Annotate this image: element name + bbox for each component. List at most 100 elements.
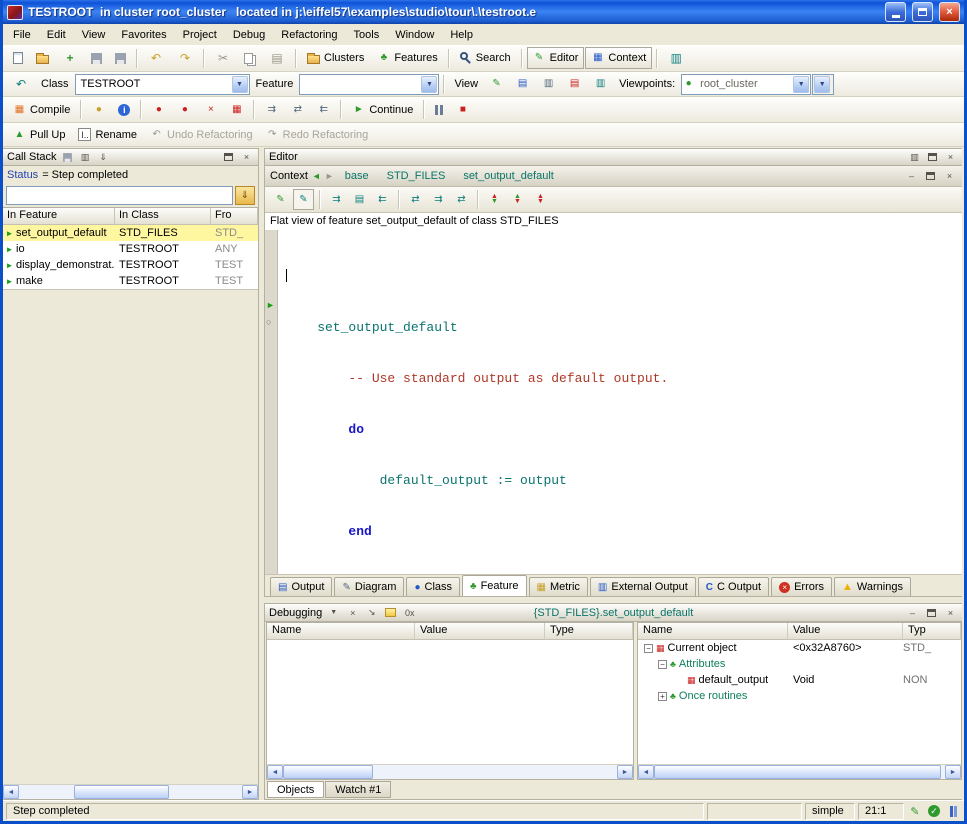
viewpoints-combo[interactable]: ● root_cluster ▼ xyxy=(681,74,811,95)
new-tab-button[interactable]: ↶ xyxy=(7,73,35,95)
call-stack-hscrollbar[interactable]: ◄ ► xyxy=(3,784,258,799)
rename-button[interactable]: I..Rename xyxy=(72,124,143,146)
call-stack-row[interactable]: ► io TESTROOT ANY xyxy=(3,241,258,257)
code-text[interactable]: set_output_default -- Use standard outpu… xyxy=(278,230,962,574)
title-bar[interactable]: TESTROOT in cluster root_cluster located… xyxy=(3,0,964,24)
editor-gutter[interactable]: ► ○ xyxy=(265,230,278,574)
search-button[interactable]: Search xyxy=(454,47,517,69)
maximize-panel-icon[interactable] xyxy=(221,151,236,164)
scroll-right-icon[interactable]: ► xyxy=(945,765,961,779)
scroll-thumb[interactable] xyxy=(654,765,941,779)
compile-button[interactable]: ▦Compile xyxy=(7,99,76,121)
stack-depth-input[interactable] xyxy=(6,186,233,205)
edit-feature-button[interactable]: ✎ xyxy=(270,189,291,210)
search-class-button[interactable]: ● xyxy=(86,99,111,121)
object-row[interactable]: +♣Once routines xyxy=(638,688,961,704)
col-type[interactable]: Type xyxy=(545,623,633,639)
scroll-left-icon[interactable]: ◄ xyxy=(3,785,19,799)
call-stack-row[interactable]: ► set_output_default STD_FILES STD_ xyxy=(3,225,258,241)
continue-button[interactable]: ►Continue xyxy=(346,99,419,121)
scroll-right-icon[interactable]: ► xyxy=(617,765,633,779)
minimize-panel-icon[interactable]: – xyxy=(905,606,920,619)
chevron-down-icon[interactable]: ▼ xyxy=(814,76,830,93)
tab-watch-1[interactable]: Watch #1 xyxy=(325,781,391,798)
feature-combo[interactable]: ▼ xyxy=(299,74,439,95)
goto-next-feature-button[interactable]: ⇉ xyxy=(326,189,347,210)
drop-stack-icon[interactable]: ⇓ xyxy=(235,186,255,205)
object-row[interactable]: −▦Current object <0x32A8760> STD_ xyxy=(638,640,961,656)
call-stack-row[interactable]: ► display_demonstrat... TESTROOT TEST xyxy=(3,257,258,273)
tab-objects[interactable]: Objects xyxy=(267,781,324,798)
chevron-down-icon[interactable]: ▼ xyxy=(421,76,437,93)
hex-toggle-icon[interactable]: 0x xyxy=(402,606,417,619)
swap-view-button[interactable]: ⇄ xyxy=(405,189,426,210)
col-name[interactable]: Name xyxy=(267,623,415,639)
tab-output[interactable]: ▤Output xyxy=(270,577,332,596)
forward-icon[interactable]: ► xyxy=(325,171,334,181)
menu-tools[interactable]: Tools xyxy=(346,26,388,44)
menu-window[interactable]: Window xyxy=(387,26,442,44)
scroll-left-icon[interactable]: ◄ xyxy=(267,765,283,779)
editor-toggle-button[interactable]: ✎Editor xyxy=(527,47,585,69)
features-button[interactable]: ♣Features xyxy=(371,47,443,69)
new-project-button[interactable]: + xyxy=(56,47,84,69)
save-stack-icon[interactable] xyxy=(60,151,75,164)
remove-stop-points-button[interactable]: × xyxy=(198,99,223,121)
col-from[interactable]: Fro xyxy=(211,208,258,224)
scroll-track[interactable] xyxy=(283,765,617,779)
watch-table-body[interactable] xyxy=(267,640,633,764)
import-icon[interactable]: ⇓ xyxy=(96,151,111,164)
close-panel-icon[interactable]: × xyxy=(943,606,958,619)
editable-view-button[interactable]: ✎ xyxy=(293,189,314,210)
save-all-button[interactable] xyxy=(109,47,132,69)
menu-file[interactable]: File xyxy=(5,26,39,44)
note-icon[interactable] xyxy=(383,606,398,619)
col-in-class[interactable]: In Class xyxy=(115,208,211,224)
menu-help[interactable]: Help xyxy=(442,26,481,44)
tab-diagram[interactable]: ✎Diagram xyxy=(334,577,404,596)
objects-table-body[interactable]: −▦Current object <0x32A8760> STD_ −♣Attr… xyxy=(638,640,961,764)
chevron-down-icon[interactable]: ▼ xyxy=(793,76,809,93)
tab-feature[interactable]: ♣Feature xyxy=(462,575,526,596)
breadcrumb-feature[interactable]: set_output_default xyxy=(456,170,561,182)
step-over-button[interactable]: ⇄ xyxy=(285,99,310,121)
feature-list-button[interactable]: ▤ xyxy=(349,189,370,210)
tab-c-output[interactable]: CC Output xyxy=(698,577,769,596)
breakpoint-slot-icon[interactable]: ○ xyxy=(266,317,271,327)
breadcrumb-cluster[interactable]: base xyxy=(338,170,376,182)
shuffle-view-button[interactable]: ⇄ xyxy=(451,189,472,210)
context-toggle-button[interactable]: ▦Context xyxy=(585,47,652,69)
tab-metric[interactable]: ▦Metric xyxy=(529,577,588,596)
diagram-tool-button[interactable]: ▥ xyxy=(662,47,690,69)
menu-refactoring[interactable]: Refactoring xyxy=(273,26,345,44)
editor-header[interactable]: Editor ▥ × xyxy=(265,149,962,166)
new-document-button[interactable] xyxy=(7,47,29,69)
goto-target-button[interactable]: ⇇ xyxy=(372,189,393,210)
viewpoints-secondary-combo[interactable]: ▼ xyxy=(812,74,834,95)
scroll-right-icon[interactable]: ► xyxy=(242,785,258,799)
maximize-button[interactable] xyxy=(912,2,933,22)
call-stack-header[interactable]: Call Stack ▥ ⇓ × xyxy=(3,149,258,166)
float-panel-icon[interactable]: ▥ xyxy=(907,151,922,164)
object-row[interactable]: ▦default_output Void NON xyxy=(638,672,961,688)
maximize-panel-icon[interactable] xyxy=(923,170,938,183)
chevron-down-icon[interactable]: ▼ xyxy=(232,76,248,93)
view-basic-button[interactable]: ✎ xyxy=(484,73,509,95)
col-value[interactable]: Value xyxy=(415,623,545,639)
redo-refactoring-button[interactable]: ↷Redo Refactoring xyxy=(260,124,375,146)
menu-edit[interactable]: Edit xyxy=(39,26,74,44)
col-value[interactable]: Value xyxy=(788,623,903,639)
view-flat-button[interactable]: ▥ xyxy=(536,73,561,95)
stop-points-tool-button[interactable]: ▦ xyxy=(224,99,249,121)
scroll-track[interactable] xyxy=(19,785,242,799)
call-stack-row[interactable]: ► make TESTROOT TEST xyxy=(3,273,258,289)
scroll-left-icon[interactable]: ◄ xyxy=(638,765,654,779)
descendants-button[interactable]: ▲▼ xyxy=(507,189,528,210)
close-panel-icon[interactable]: × xyxy=(239,151,254,164)
pause-button[interactable] xyxy=(429,99,449,121)
close-panel-icon[interactable]: × xyxy=(942,170,957,183)
collapse-expander-icon[interactable]: − xyxy=(644,644,653,653)
objects-hscrollbar[interactable]: ◄ ► xyxy=(638,764,961,779)
relations-button[interactable]: ▲▼ xyxy=(530,189,551,210)
watch-hscrollbar[interactable]: ◄ ► xyxy=(267,764,633,779)
